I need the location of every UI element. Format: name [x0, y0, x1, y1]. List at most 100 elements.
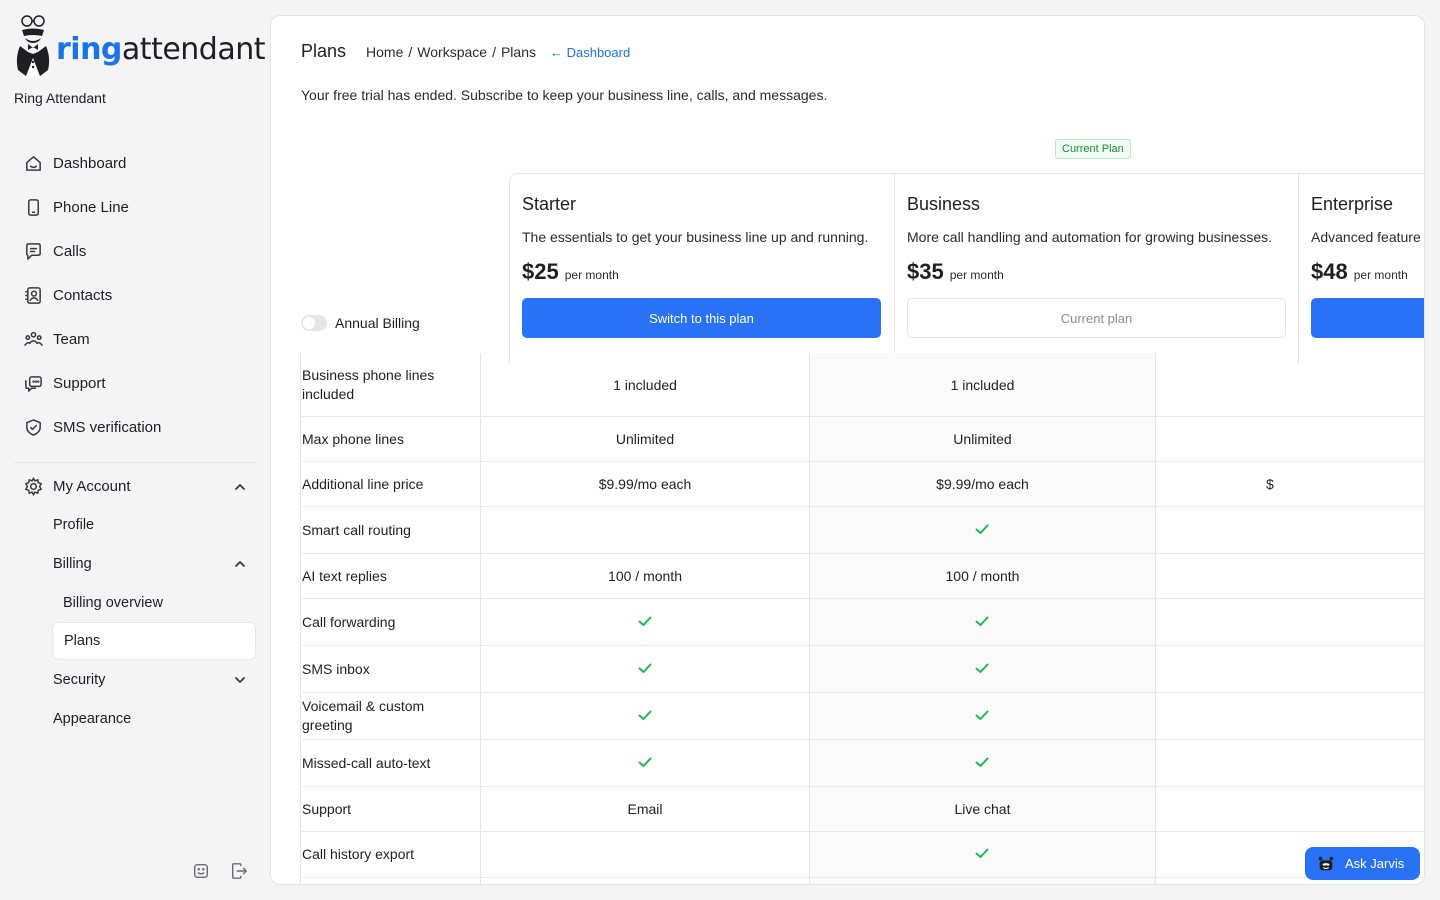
workspace-name: Ring Attendant — [14, 90, 106, 106]
plan-price-row: $48 per month — [1311, 259, 1424, 285]
main-nav: Dashboard Phone Line Calls Contacts Team… — [14, 141, 256, 449]
gear-icon — [24, 476, 43, 496]
plan-card-starter: Starter The essentials to get your busin… — [510, 174, 894, 364]
feature-cell: 100 / month — [480, 554, 809, 598]
feature-cell — [1154, 599, 1424, 645]
plan-card-enterprise: Enterprise Advanced feature $48 per mont… — [1298, 174, 1424, 364]
plan-price: $48 — [1311, 259, 1348, 284]
sidebar-item-my-account[interactable]: My Account — [14, 466, 256, 506]
switch-plan-button[interactable]: Switch to this plan — [522, 298, 881, 338]
sidebar-item-team[interactable]: Team — [14, 317, 256, 361]
switch-plan-button[interactable]: Sw — [1311, 298, 1424, 338]
check-icon — [974, 845, 990, 864]
nav-divider — [14, 462, 256, 463]
feature-row: Missed-call auto-text — [300, 739, 1424, 786]
plan-name: Business — [907, 194, 981, 214]
team-icon — [24, 330, 43, 349]
logo-attendant-text: attendant — [121, 32, 266, 67]
sidebar-item-billing[interactable]: Billing — [14, 544, 256, 583]
sidebar-item-dashboard[interactable]: Dashboard — [14, 141, 256, 185]
sidebar-item-phone-line[interactable]: Phone Line — [14, 185, 256, 229]
sidebar-item-calls[interactable]: Calls — [14, 229, 256, 273]
feature-cell — [1154, 787, 1424, 831]
breadcrumb-home[interactable]: Home — [366, 44, 403, 60]
breadcrumb-plans: Plans — [500, 44, 536, 60]
plan-period: per month — [1353, 268, 1408, 282]
feature-label: Call forwarding — [300, 599, 480, 645]
sidebar-item-billing-overview[interactable]: Billing overview — [14, 583, 256, 622]
sidebar-item-profile[interactable]: Profile — [14, 505, 256, 544]
chevron-down-icon[interactable] — [234, 674, 246, 686]
feature-row: Max phone lines Unlimited Unlimited — [300, 416, 1424, 461]
check-icon — [637, 613, 653, 632]
feature-label: Smart call routing — [300, 507, 480, 553]
feature-row: Business phone lines included 1 included 1… — [300, 353, 1424, 416]
sidebar-item-label: SMS verification — [53, 418, 162, 436]
sidebar-item-label: Support — [53, 374, 106, 392]
account-section: My Account Profile Billing Billing overv… — [14, 466, 256, 738]
chat-bot-icon[interactable] — [192, 862, 210, 885]
feature-cell — [1154, 740, 1424, 786]
breadcrumb-separator: / — [408, 44, 413, 60]
profile-label: Profile — [53, 516, 95, 533]
feature-value: 100 / month — [608, 568, 682, 584]
butler-logo-icon — [16, 15, 50, 76]
feature-label: Business phone lines included — [300, 353, 480, 416]
chevron-up-icon[interactable] — [234, 480, 246, 492]
plan-price: $35 — [907, 259, 944, 284]
feature-cell — [808, 878, 1155, 884]
feature-cell — [480, 507, 809, 553]
feature-value: $9.99/mo each — [598, 476, 692, 492]
feature-cell — [1154, 693, 1424, 739]
feature-label: Additional line price — [300, 462, 480, 506]
feature-cell — [1154, 417, 1424, 461]
check-icon — [974, 613, 990, 632]
ask-jarvis-button[interactable]: Ask Jarvis — [1305, 847, 1420, 880]
feature-cell — [1154, 353, 1424, 416]
plan-period: per month — [949, 268, 1004, 282]
logo-ring-text: ring — [56, 32, 122, 67]
sidebar-item-appearance[interactable]: Appearance — [14, 699, 256, 738]
sidebar-item-label: Calls — [53, 242, 87, 260]
feature-value: $ — [1265, 476, 1274, 492]
feature-cell — [1154, 554, 1424, 598]
check-icon — [637, 660, 653, 679]
sidebar-item-contacts[interactable]: Contacts — [14, 273, 256, 317]
shield-check-icon — [24, 418, 43, 437]
feature-row: Call forwarding — [300, 598, 1424, 645]
sidebar-item-plans[interactable]: Plans — [52, 622, 256, 660]
feature-cell — [1154, 646, 1424, 692]
feature-value: Email — [627, 801, 663, 817]
annual-billing-toggle[interactable] — [301, 315, 327, 331]
plan-name: Enterprise — [1311, 194, 1394, 214]
brand-logo[interactable]: ringattendant — [12, 14, 266, 80]
plans-label: Plans — [64, 633, 101, 649]
jarvis-bot-icon — [1318, 856, 1334, 870]
check-icon — [974, 707, 990, 726]
breadcrumb-workspace[interactable]: Workspace — [417, 44, 487, 60]
sidebar-item-support[interactable]: Support — [14, 361, 256, 405]
feature-cell — [808, 507, 1155, 553]
chevron-up-icon[interactable] — [234, 558, 246, 570]
sidebar-item-label: Phone Line — [53, 198, 129, 216]
back-to-dashboard-link[interactable]: ← Dashboard — [550, 45, 630, 60]
contacts-icon — [24, 286, 43, 305]
sidebar-item-sms-verification[interactable]: SMS verification — [14, 405, 256, 449]
page-header: Plans Home / Workspace / Plans ← Dashboa… — [301, 41, 630, 62]
sidebar-item-label: Dashboard — [53, 154, 127, 172]
feature-row: SMS inbox — [300, 645, 1424, 692]
feature-value: 100 / month — [945, 568, 1020, 584]
annual-billing-label: Annual Billing — [335, 315, 420, 331]
logout-icon[interactable] — [230, 862, 248, 885]
ask-jarvis-label: Ask Jarvis — [1345, 856, 1405, 871]
plan-price: $25 — [522, 259, 559, 284]
calls-icon — [24, 242, 43, 261]
sidebar-item-label: Team — [53, 330, 90, 348]
plan-description: Advanced feature — [1311, 229, 1421, 245]
feature-comparison-table: Business phone lines included 1 included 1… — [300, 353, 1424, 884]
feature-cell — [808, 693, 1155, 739]
appearance-label: Appearance — [53, 710, 132, 727]
sidebar-item-security[interactable]: Security — [14, 660, 256, 699]
security-label: Security — [53, 671, 106, 688]
feature-cell — [808, 599, 1155, 645]
